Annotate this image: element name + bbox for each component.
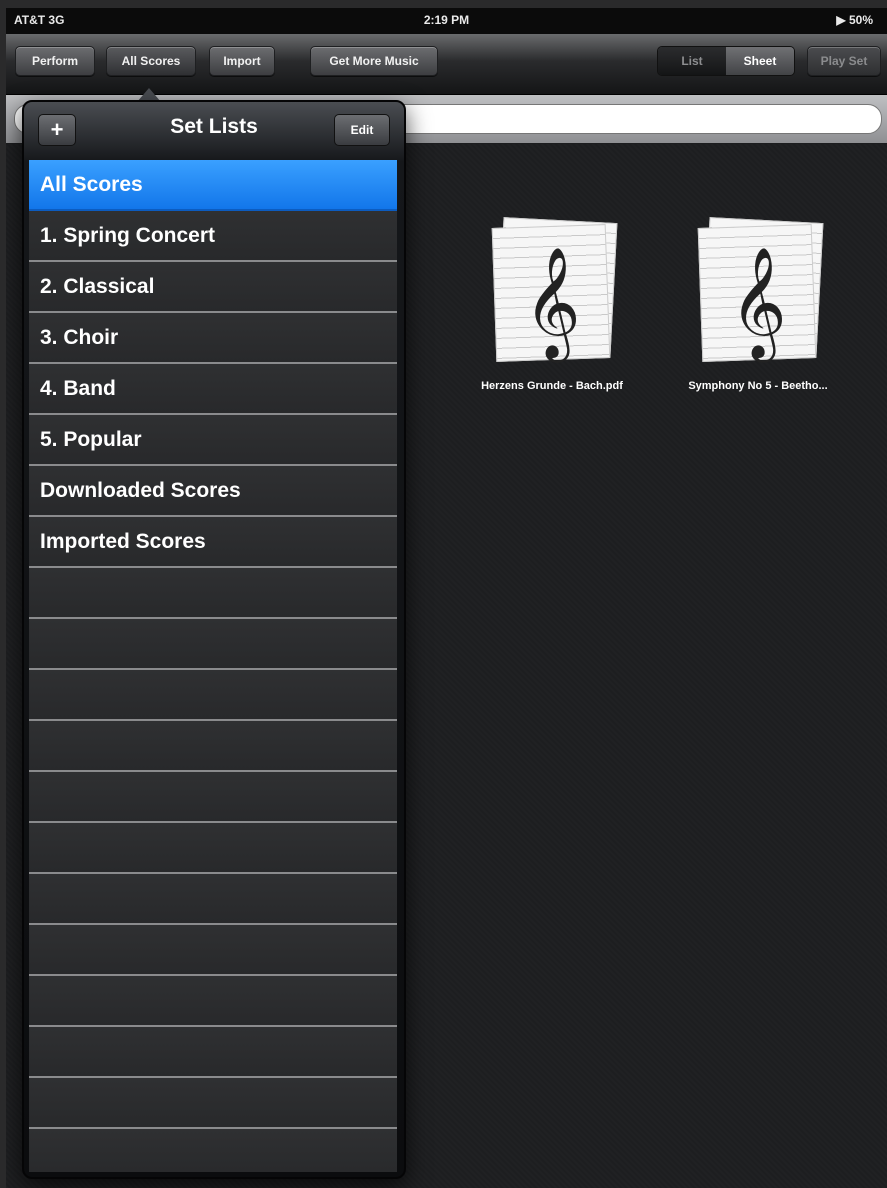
popover-header: + Set Lists Edit xyxy=(24,102,404,160)
set-list-label: Imported Scores xyxy=(40,530,206,553)
empty-row xyxy=(29,1129,397,1172)
add-set-list-button[interactable]: + xyxy=(38,114,76,146)
empty-row xyxy=(29,721,397,772)
set-list-row[interactable]: 1. Spring Concert xyxy=(29,211,397,262)
empty-row xyxy=(29,568,397,619)
edit-button[interactable]: Edit xyxy=(334,114,390,146)
score-thumbnail: 𝄞 xyxy=(490,216,618,366)
play-set-button[interactable]: Play Set xyxy=(807,46,881,76)
set-list-label: Downloaded Scores xyxy=(40,479,241,502)
set-list-label: 5. Popular xyxy=(40,428,142,451)
perform-button[interactable]: Perform xyxy=(15,46,95,76)
treble-clef-icon: 𝄞 xyxy=(521,245,583,359)
status-bar: AT&T 3G 2:19 PM ▶ 50% xyxy=(6,8,887,34)
set-list-row[interactable]: Downloaded Scores xyxy=(29,466,397,517)
import-button[interactable]: Import xyxy=(209,46,275,76)
empty-row xyxy=(29,772,397,823)
empty-row xyxy=(29,976,397,1027)
set-list-row[interactable]: All Scores xyxy=(29,160,397,211)
sheet-page: 𝄞 xyxy=(491,224,611,362)
all-scores-button[interactable]: All Scores xyxy=(106,46,196,76)
set-list-label: 2. Classical xyxy=(40,275,155,298)
set-list-row[interactable]: 3. Choir xyxy=(29,313,397,364)
set-list-row[interactable]: Imported Scores xyxy=(29,517,397,568)
battery-indicator: ▶ 50% xyxy=(836,13,873,27)
list-view-segment[interactable]: List xyxy=(658,47,726,75)
clock: 2:19 PM xyxy=(423,13,470,27)
set-list-label: All Scores xyxy=(40,173,143,196)
empty-row xyxy=(29,874,397,925)
set-list-row[interactable]: 2. Classical xyxy=(29,262,397,313)
view-mode-segmented-control: List Sheet xyxy=(657,46,795,76)
empty-row xyxy=(29,1027,397,1078)
empty-row xyxy=(29,823,397,874)
empty-row xyxy=(29,1078,397,1129)
score-item[interactable]: 𝄞 Symphony No 5 - Beetho... xyxy=(668,216,848,392)
set-list-table: All Scores 1. Spring Concert 2. Classical 3… xyxy=(29,160,397,1172)
score-item[interactable]: 𝄞 Herzens Grunde - Bach.pdf xyxy=(462,216,642,392)
set-lists-popover: + Set Lists Edit All Scores 1. Spring Con… xyxy=(22,100,406,1179)
empty-row xyxy=(29,925,397,976)
sheet-view-segment[interactable]: Sheet xyxy=(726,47,794,75)
empty-row xyxy=(29,619,397,670)
set-list-label: 3. Choir xyxy=(40,326,119,349)
set-list-label: 1. Spring Concert xyxy=(40,224,216,247)
empty-row xyxy=(29,670,397,721)
set-list-row[interactable]: 4. Band xyxy=(29,364,397,415)
score-name: Herzens Grunde - Bach.pdf xyxy=(481,380,623,392)
treble-clef-icon: 𝄞 xyxy=(727,245,789,359)
ipad-screen: AT&T 3G 2:19 PM ▶ 50% Perform All Scores… xyxy=(6,8,887,1188)
score-name: Symphony No 5 - Beetho... xyxy=(688,380,828,392)
set-list-row[interactable]: 5. Popular xyxy=(29,415,397,466)
carrier-label: AT&T 3G xyxy=(14,13,65,27)
score-thumbnail: 𝄞 xyxy=(696,216,824,366)
sheet-page: 𝄞 xyxy=(697,224,817,362)
get-more-music-button[interactable]: Get More Music xyxy=(310,46,438,76)
set-list-label: 4. Band xyxy=(40,377,116,400)
main-toolbar: Perform All Scores Import Get More Music… xyxy=(6,34,887,95)
